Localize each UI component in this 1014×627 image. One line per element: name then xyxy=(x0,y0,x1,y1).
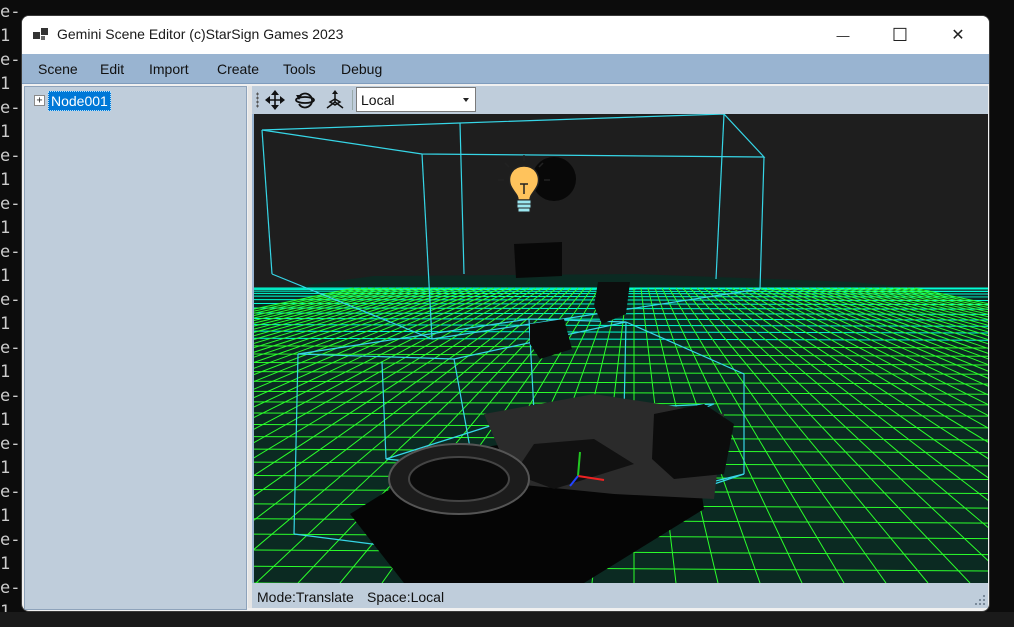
scene-render[interactable] xyxy=(254,114,988,583)
maximize-icon: ☐ xyxy=(891,24,909,45)
tree-expand-icon[interactable]: + xyxy=(34,95,45,106)
minimize-button[interactable]: — xyxy=(820,16,866,54)
window-title: Gemini Scene Editor (c)StarSign Games 20… xyxy=(57,26,344,42)
resize-grip-icon[interactable] xyxy=(975,595,985,605)
editor-window: Gemini Scene Editor (c)StarSign Games 20… xyxy=(21,15,990,612)
close-icon: ✕ xyxy=(951,27,965,44)
status-space: Space:Local xyxy=(367,589,445,605)
menu-edit[interactable]: Edit xyxy=(100,61,124,77)
tree-node-root[interactable]: Node001 xyxy=(48,91,111,111)
menu-tools[interactable]: Tools xyxy=(283,61,316,77)
viewport-area: Local Mode:Translate Space:Local xyxy=(252,86,988,608)
app-icon xyxy=(33,27,49,43)
scale-icon[interactable] xyxy=(324,89,346,111)
status-bar: Mode:Translate Space:Local xyxy=(252,583,988,608)
viewport-toolbar: Local xyxy=(252,86,988,114)
scene-tree-panel[interactable]: + Node001 xyxy=(24,86,247,610)
chevron-down-icon[interactable] xyxy=(463,98,469,102)
menu-import[interactable]: Import xyxy=(149,61,189,77)
close-button[interactable]: ✕ xyxy=(935,16,981,54)
taskbar-strip xyxy=(0,612,1014,627)
toolbar-separator xyxy=(352,90,353,110)
title-bar[interactable]: Gemini Scene Editor (c)StarSign Games 20… xyxy=(22,16,989,54)
minimize-icon: — xyxy=(836,27,850,43)
space-select-value: Local xyxy=(361,92,395,108)
maximize-button[interactable]: ☐ xyxy=(877,16,923,54)
rotate-icon[interactable] xyxy=(294,89,316,111)
3d-viewport[interactable] xyxy=(254,114,988,583)
menu-bar: Scene Edit Import Create Tools Debug xyxy=(22,54,989,84)
status-mode: Mode:Translate xyxy=(257,589,354,605)
menu-create[interactable]: Create xyxy=(217,61,259,77)
coordinate-space-select[interactable]: Local xyxy=(356,87,476,112)
menu-scene[interactable]: Scene xyxy=(38,61,78,77)
translate-icon[interactable] xyxy=(264,89,286,111)
menu-debug[interactable]: Debug xyxy=(341,61,382,77)
toolbar-grip-icon[interactable] xyxy=(256,92,259,108)
